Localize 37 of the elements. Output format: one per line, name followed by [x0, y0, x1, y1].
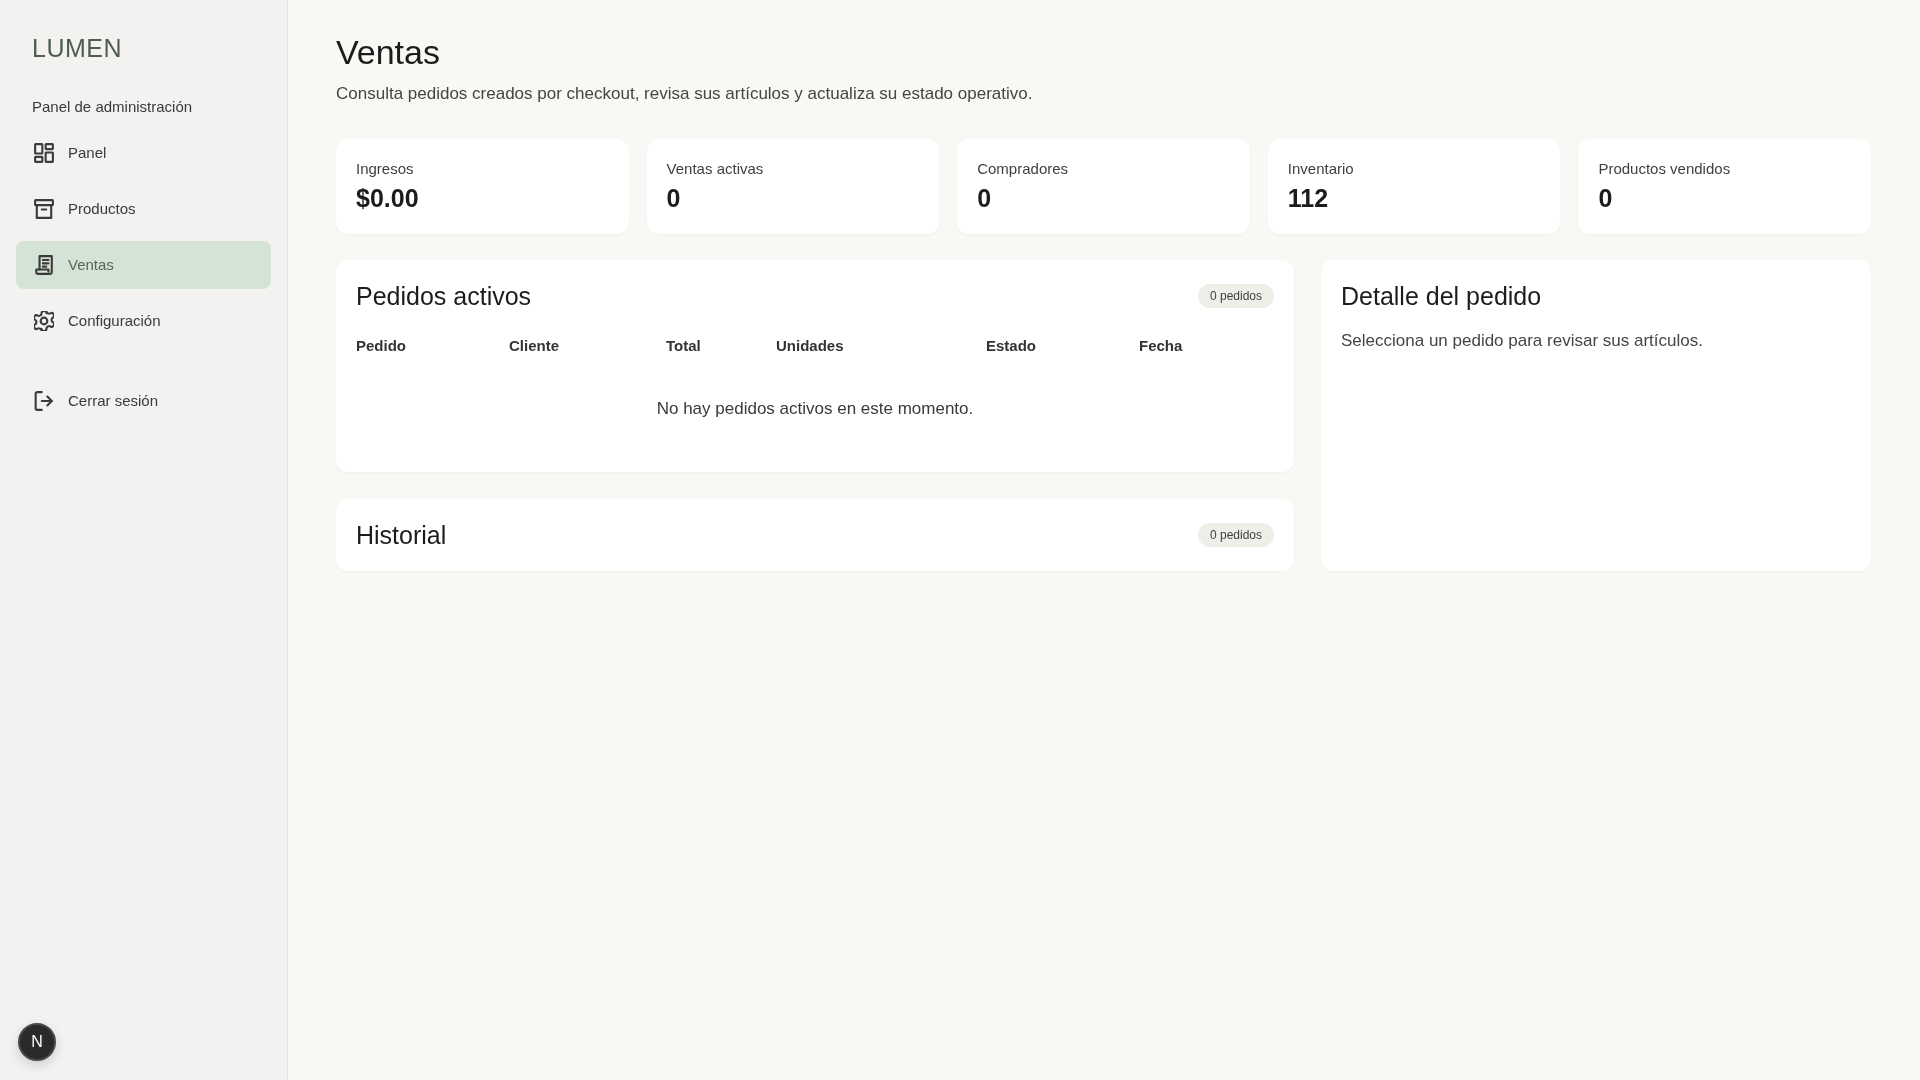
stat-value: $0.00 [356, 183, 419, 214]
column-header: Total [666, 336, 701, 356]
stat-label: Ventas activas [666, 159, 764, 179]
sidebar-nav-item[interactable]: Configuración [16, 297, 271, 345]
stat-value: 112 [1287, 183, 1329, 214]
order-count-badge: 0 pedidos [1197, 523, 1274, 547]
stat-label: Productos vendidos [1598, 159, 1731, 179]
sidebar-nav-item[interactable]: Productos [16, 185, 271, 233]
logout-button[interactable]: Cerrar sesión [16, 377, 271, 425]
panel-title: Historial [356, 520, 447, 551]
stat-value: 0 [1598, 183, 1613, 214]
logout-icon [34, 391, 54, 411]
empty-state-message: No hay pedidos activos en este momento. [656, 398, 974, 420]
stat-label: Compradores [977, 159, 1069, 179]
dashboard-icon [34, 143, 54, 163]
sidebar-nav-item[interactable]: Ventas [16, 241, 271, 289]
column-header: Fecha [1139, 336, 1183, 356]
stat-value: 0 [666, 183, 681, 214]
column-header: Pedido [356, 336, 406, 356]
column-header: Unidades [776, 336, 844, 356]
column-header: Cliente [509, 336, 559, 356]
archive-box-icon [34, 199, 54, 219]
stat-label: Inventario [1287, 159, 1354, 179]
column-header: Estado [986, 336, 1036, 356]
sidebar-nav-item[interactable]: Panel [16, 129, 271, 177]
brand-logo: LUMEN [32, 33, 122, 64]
section-label: Panel de administración [32, 97, 193, 117]
receipt-icon [34, 255, 54, 275]
stat-label: Ingresos [356, 159, 414, 179]
panel-title: Pedidos activos [356, 281, 532, 312]
gear-icon [34, 311, 54, 331]
page-title: Ventas [336, 32, 440, 72]
page-subtitle: Consulta pedidos creados por checkout, revisa sus artículos y actualiza su estado operativo. [336, 83, 1034, 105]
detail-message: Selecciona un pedido para revisar sus artículos. [1341, 330, 1704, 352]
stat-value: 0 [977, 183, 992, 214]
panel-title: Detalle del pedido [1341, 281, 1542, 312]
order-count-badge: 0 pedidos [1197, 284, 1274, 308]
